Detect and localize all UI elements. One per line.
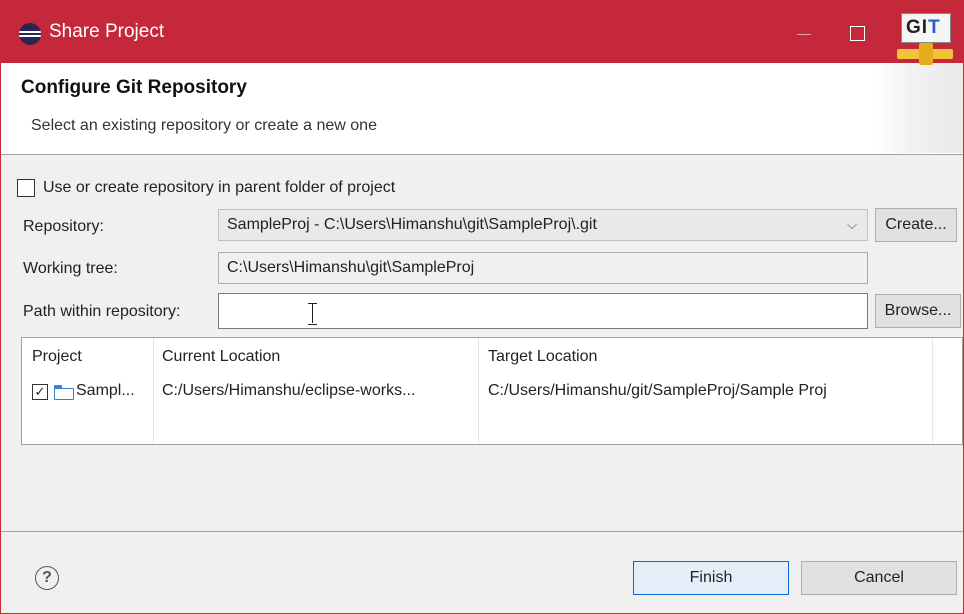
wizard-header: Configure Git Repository Select an exist… xyxy=(1,63,963,155)
column-header-current-location[interactable]: Current Location xyxy=(162,348,280,366)
current-location-cell[interactable]: C:/Users/Himanshu/eclipse-works... xyxy=(162,382,415,400)
use-parent-folder-checkbox[interactable] xyxy=(17,179,35,197)
path-within-repository-label: Path within repository: xyxy=(23,303,181,320)
working-tree-label: Working tree: xyxy=(23,260,118,277)
git-logo-icon: GIT xyxy=(901,13,951,43)
git-valve-icon xyxy=(919,43,933,65)
project-row-checkbox[interactable]: ✓ xyxy=(32,384,48,400)
create-repository-button[interactable]: Create... xyxy=(875,208,957,242)
footer-separator xyxy=(1,531,963,532)
projects-table[interactable]: Project Current Location Target Location… xyxy=(21,337,963,445)
repository-select[interactable]: SampleProj - C:\Users\Himanshu\git\Sampl… xyxy=(218,209,868,241)
help-icon[interactable]: ? xyxy=(35,566,59,590)
page-description: Select an existing repository or create … xyxy=(31,117,377,134)
minimize-icon xyxy=(797,34,811,35)
column-header-target-location[interactable]: Target Location xyxy=(488,348,597,366)
use-parent-folder-label: Use or create repository in parent folde… xyxy=(43,179,396,196)
repository-value: SampleProj - C:\Users\Himanshu\git\Sampl… xyxy=(227,216,597,233)
eclipse-icon xyxy=(19,23,41,45)
page-title: Configure Git Repository xyxy=(21,77,247,98)
window-title: Share Project xyxy=(49,21,165,42)
share-project-dialog: Share Project ✕ Configure Git Repository… xyxy=(0,0,964,614)
project-name-cell[interactable]: Sampl... xyxy=(76,382,135,400)
column-header-project[interactable]: Project xyxy=(32,348,82,366)
column-divider xyxy=(932,338,933,444)
column-divider xyxy=(478,338,479,444)
minimize-button[interactable] xyxy=(781,13,825,53)
target-location-cell[interactable]: C:/Users/Himanshu/git/SampleProj/Sample … xyxy=(488,382,827,400)
working-tree-field: C:\Users\Himanshu\git\SampleProj xyxy=(218,252,868,284)
maximize-icon xyxy=(850,26,865,41)
column-divider xyxy=(153,338,154,444)
repository-label: Repository: xyxy=(23,218,104,235)
project-folder-icon xyxy=(54,385,74,400)
finish-button[interactable]: Finish xyxy=(633,561,789,595)
text-cursor-icon xyxy=(307,301,319,325)
git-banner xyxy=(875,63,963,153)
title-bar[interactable]: Share Project ✕ xyxy=(1,1,963,63)
chevron-down-icon: ⌵ xyxy=(847,217,857,232)
cancel-button[interactable]: Cancel xyxy=(801,561,957,595)
maximize-button[interactable] xyxy=(835,13,879,53)
browse-button[interactable]: Browse... xyxy=(875,294,961,328)
